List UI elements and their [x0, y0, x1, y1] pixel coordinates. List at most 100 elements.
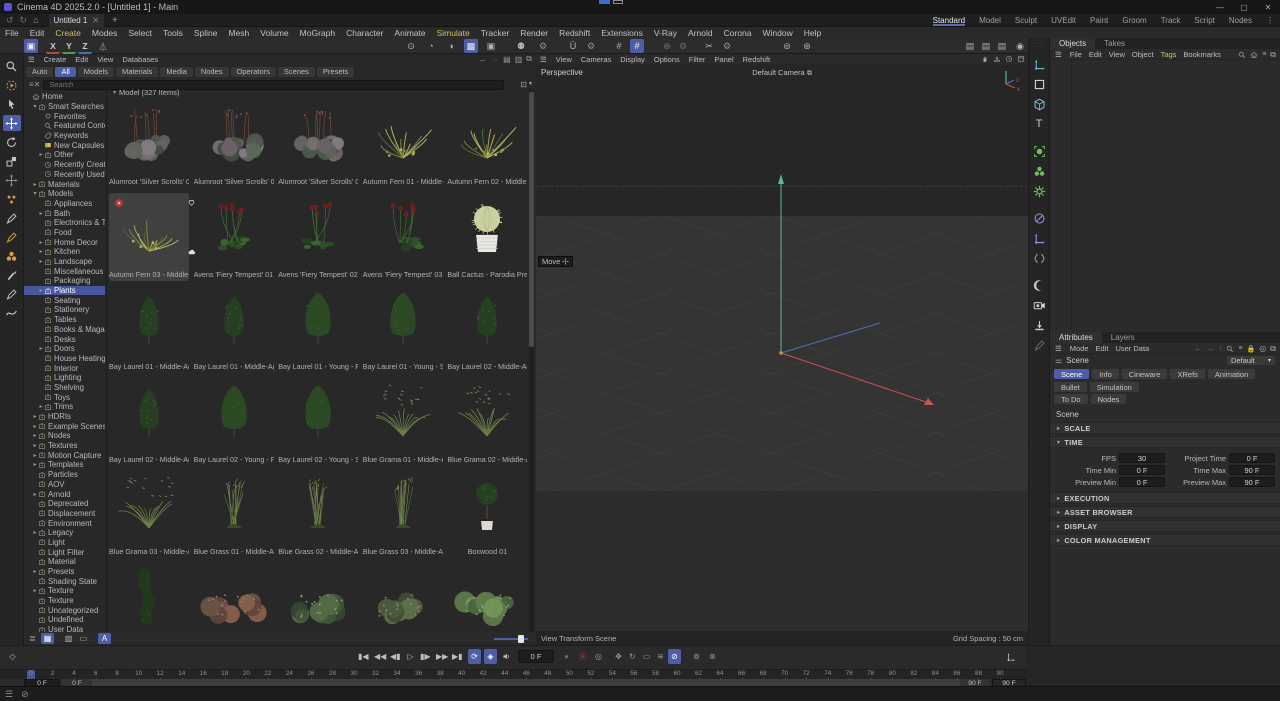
tree-item-home[interactable]: Home [24, 92, 105, 102]
asset-item-blue-grass-02-middle-aged[interactable]: Blue Grass 02 - Middle-Aged - ... [278, 470, 358, 558]
layout-tab-sculpt[interactable]: Sculpt [1015, 16, 1037, 25]
forward-arrow-icon[interactable]: → [491, 55, 499, 64]
camera-swap-icon[interactable]: ⧉ [807, 70, 812, 77]
tree-item-food[interactable]: Food [24, 228, 105, 238]
close-tab-icon[interactable]: ✕ [92, 16, 99, 25]
tree-item-other[interactable]: ▸Other [24, 150, 105, 160]
tree-item-presets[interactable]: ▸Presets [24, 567, 105, 577]
timeline-mode-icon[interactable] [1004, 649, 1018, 664]
menu-extensions[interactable]: Extensions [601, 28, 643, 38]
asset-item-autumn-fern-01-middle-aged[interactable]: Autumn Fern 01 - Middle-Aged... [363, 100, 443, 188]
tree-item-featured-content[interactable]: Featured Content [24, 121, 105, 131]
tree-item-smart-searches[interactable]: ▾Smart Searches [24, 102, 105, 112]
tree-item-books-magazines[interactable]: Books & Magazines [24, 325, 105, 335]
brush-tool[interactable] [3, 267, 21, 283]
add-document-tab-button[interactable]: + [112, 15, 118, 26]
menu-modes[interactable]: Modes [92, 28, 118, 38]
asset-item-blue-grass-01-middle-aged[interactable]: Blue Grass 01 - Middle-Aged - ... [194, 470, 274, 558]
tree-item-material[interactable]: Material [24, 557, 105, 567]
spline-modifier-button[interactable] [1030, 230, 1048, 246]
tree-item-new-capsules[interactable]: New Capsules [24, 140, 105, 150]
move-tool[interactable] [3, 115, 21, 131]
tree-item-packaging[interactable]: Packaging [24, 276, 105, 286]
asset-item-bay-laurel-02-middle-aged[interactable]: Bay Laurel 02 - Middle-Aged - ... [447, 285, 527, 373]
modeling-axis-icon[interactable]: ⏃ [96, 39, 110, 53]
asset-tab-scenes[interactable]: Scenes [278, 67, 315, 77]
layout-tab-track[interactable]: Track [1161, 16, 1181, 25]
asset-item-autumn-fern-03-middle-aged[interactable]: Autumn Fern 03 - Middle-Aged... [109, 193, 189, 281]
section-display[interactable]: ▸DISPLAY [1050, 520, 1280, 532]
asset-item-bay-laurel-02-young-fall[interactable]: Bay Laurel 02 - Young - Fall [194, 378, 274, 466]
asset-tab-models[interactable]: Models [78, 67, 114, 77]
asset-item-ball-cactus-parodia-prestoen[interactable]: Ball Cactus - Parodia Prestoensis [447, 193, 527, 281]
menu-mograph[interactable]: MoGraph [300, 28, 335, 38]
tree-item-home-decor[interactable]: ▸Home Decor [24, 237, 105, 247]
tree-item-particles[interactable]: Particles [24, 470, 105, 480]
snap-on-button[interactable]: # [630, 39, 644, 53]
menu-tracker[interactable]: Tracker [481, 28, 510, 38]
simulation-scene-icon[interactable]: ⊜ [780, 39, 794, 53]
filter-icon[interactable]: ≡ [1262, 51, 1266, 58]
annotate-pen-button[interactable] [1030, 337, 1048, 353]
next-key-button[interactable]: ▶▶ [434, 649, 450, 664]
layout-tab-model[interactable]: Model [979, 16, 1001, 25]
scale-tool[interactable] [3, 153, 21, 169]
asset-tab-auto[interactable]: Auto [26, 67, 53, 77]
text-object-button[interactable]: T [1030, 116, 1048, 132]
popout-icon[interactable]: ⧉ [1270, 344, 1276, 354]
deformer-button[interactable] [1030, 210, 1048, 226]
capsule-settings-icon[interactable]: ⚙ [584, 39, 598, 53]
tree-item-aov[interactable]: AOV [24, 480, 105, 490]
workplane-mode-icon[interactable]: ✂ [702, 39, 716, 53]
field-input-preview-min[interactable]: 0 F [1119, 477, 1165, 487]
sound-toggle-button[interactable] [500, 649, 513, 664]
field-input-time-min[interactable]: 0 F [1119, 465, 1165, 475]
menu-corona[interactable]: Corona [724, 28, 752, 38]
tree-item-shading-state[interactable]: Shading State [24, 576, 105, 586]
tree-item-legacy[interactable]: ▸Legacy [24, 528, 105, 538]
asset-item-bay-laurel-01-middle-aged[interactable]: Bay Laurel 01 - Middle-Aged - ... [194, 285, 274, 373]
record-scale-icon[interactable]: ▭ [640, 649, 653, 664]
target-icon[interactable]: ◎ [1259, 344, 1266, 353]
section-time[interactable]: ▾TIME [1050, 436, 1280, 448]
asset-menu-databases[interactable]: Databases [122, 55, 158, 64]
primitive-dots-tool[interactable] [3, 248, 21, 264]
asset-menu-create[interactable]: Create [44, 55, 67, 64]
tree-item-light[interactable]: Light [24, 538, 105, 548]
asset-item-avens-fiery-tempest-03-mid[interactable]: Avens 'Fiery Tempest' 03 - Mid... [363, 193, 443, 281]
back-arrow-icon[interactable]: ← [1194, 344, 1202, 353]
objects-menu-edit[interactable]: Edit [1089, 50, 1102, 59]
go-to-end-button[interactable]: ▶▮ [450, 649, 465, 664]
asset-tab-nodes[interactable]: Nodes [195, 67, 229, 77]
shading-sphere-icon[interactable]: ⊙ [404, 39, 418, 53]
plane-object-button[interactable] [1030, 76, 1048, 92]
layout-rows-icon[interactable]: ▥ [515, 55, 523, 64]
go-to-start-button[interactable]: ▮◀ [356, 649, 371, 664]
asset-item-alumroot-silver-scrolls-03-m[interactable]: Alumroot 'Silver Scrolls' 03 - Mi... [278, 100, 358, 188]
back-arrow-icon[interactable]: ← [479, 55, 487, 64]
hamburger-icon[interactable]: ☰ [5, 689, 13, 700]
asset-menu-edit[interactable]: Edit [75, 55, 88, 64]
keyframe-selection-button[interactable]: ◎ [592, 649, 605, 664]
box-sphere-icon[interactable]: ▣ [484, 39, 498, 53]
attr-tab-bullet[interactable]: Bullet [1054, 382, 1087, 392]
redo-history-icon[interactable]: ↻ [20, 15, 28, 26]
detail-view-icon[interactable]: ▧ [62, 633, 75, 644]
section-color-management[interactable]: ▸COLOR MANAGEMENT [1050, 534, 1280, 546]
tree-item-appliances[interactable]: Appliances [24, 199, 105, 209]
box-display-button[interactable]: ▩ [464, 39, 478, 53]
transform-tool[interactable] [3, 172, 21, 188]
stage-button[interactable] [1030, 317, 1048, 333]
layout-tab-uvedit[interactable]: UVEdit [1051, 16, 1076, 25]
asset-item-boxwood-01[interactable]: Boxwood 01 [447, 470, 527, 558]
hamburger-icon[interactable]: ☰ [1055, 50, 1062, 59]
tab-objects[interactable]: Objects [1050, 38, 1095, 49]
keyframe-mode-button[interactable]: ◈ [484, 649, 497, 664]
menu-help[interactable]: Help [804, 28, 821, 38]
viewport-menu-redshift[interactable]: Redshift [743, 55, 771, 64]
attr-tab-xrefs[interactable]: XRefs [1170, 369, 1204, 379]
camera-label[interactable]: Default Camera ⧉ [536, 68, 1028, 78]
object-tree-empty[interactable] [1050, 60, 1280, 332]
tweak-mode-tool[interactable] [3, 77, 21, 93]
tree-item-arnold[interactable]: ▸Arnold [24, 489, 105, 499]
